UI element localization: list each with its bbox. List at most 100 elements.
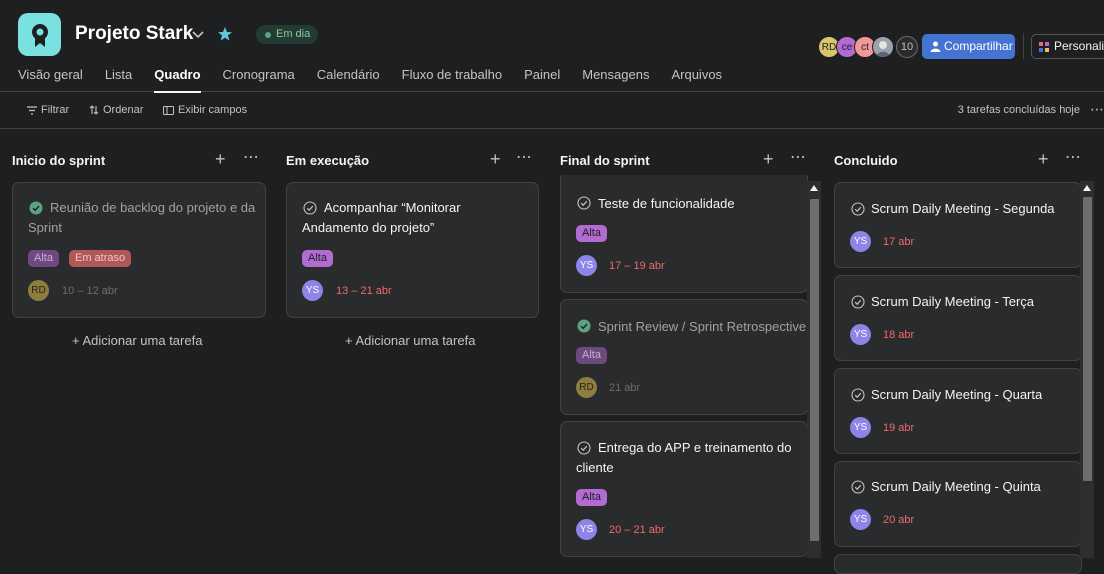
member-avatars[interactable]: RD ce ct 10	[818, 36, 918, 58]
plus-icon[interactable]: +	[215, 149, 226, 170]
member-count[interactable]: 10	[896, 36, 918, 58]
plus-icon[interactable]: +	[763, 149, 774, 170]
avatar-photo[interactable]	[872, 36, 894, 58]
project-title[interactable]: Projeto Stark	[75, 23, 193, 45]
project-tabs: Visão geral Lista Quadro Cronograma Cale…	[18, 67, 744, 93]
project-app-icon[interactable]	[18, 13, 61, 56]
more-icon[interactable]: ⋯	[1065, 147, 1082, 167]
check-circle-icon[interactable]	[577, 319, 591, 333]
task-title[interactable]: Scrum Daily Meeting - Quinta	[871, 477, 1041, 497]
tab-quadro[interactable]: Quadro	[154, 67, 201, 93]
award-icon	[31, 23, 48, 47]
board-column: Inicio do sprint + ⋯ Reunião de backlog …	[12, 130, 266, 558]
check-circle-icon[interactable]	[851, 202, 865, 216]
check-circle-icon[interactable]	[851, 388, 865, 402]
column-title[interactable]: Inicio do sprint	[12, 153, 105, 168]
share-button[interactable]: Compartilhar	[922, 34, 1015, 59]
more-icon[interactable]: ⋯	[243, 147, 260, 167]
assignee-avatar[interactable]: YS	[576, 255, 597, 276]
plus-icon[interactable]: +	[490, 149, 501, 170]
tab-mensagens[interactable]: Mensagens	[582, 67, 649, 92]
scroll-thumb[interactable]	[810, 199, 819, 541]
more-icon[interactable]: ⋯	[1090, 101, 1104, 118]
column-title[interactable]: Final do sprint	[560, 153, 650, 168]
task-title[interactable]: Scrum Daily Meeting - Segunda	[871, 199, 1055, 219]
add-task-button[interactable]: + Adicionar uma tarefa	[345, 333, 475, 348]
task-title[interactable]: Scrum Daily Meeting - Terça	[871, 292, 1034, 312]
task-card[interactable]: Reunião de backlog do projeto e da Sprin…	[12, 182, 266, 318]
tab-calendario[interactable]: Calendário	[317, 67, 380, 92]
show-fields-button[interactable]: Exibir campos	[163, 104, 247, 116]
tab-cronograma[interactable]: Cronograma	[223, 67, 295, 92]
chevron-down-icon[interactable]	[190, 26, 206, 42]
project-header: Projeto Stark Em dia RD ce ct 10 Compart…	[0, 0, 1104, 93]
due-date[interactable]: 20 – 21 abr	[609, 524, 665, 536]
task-card[interactable]: Sprint Review / Sprint Retrospective Alt…	[560, 299, 808, 415]
due-date[interactable]: 13 – 21 abr	[336, 285, 392, 297]
assignee-avatar[interactable]: YS	[850, 231, 871, 252]
scroll-up-arrow-icon[interactable]	[810, 185, 818, 191]
task-card[interactable]: Scrum Daily Meeting - Terça YS 18 abr	[834, 275, 1082, 361]
priority-tag: Alta	[576, 347, 607, 364]
filter-label: Filtrar	[41, 104, 70, 116]
assignee-avatar[interactable]: YS	[850, 324, 871, 345]
share-label: Compartilhar	[944, 39, 1013, 53]
assignee-avatar[interactable]: YS	[576, 519, 597, 540]
task-title[interactable]: Acompanhar “Monitorar Andamento do projet…	[302, 198, 532, 238]
task-title[interactable]: Teste de funcionalidade	[598, 194, 803, 214]
due-date[interactable]: 17 abr	[883, 236, 914, 248]
task-card[interactable]: Acompanhar “Monitorar Andamento do projet…	[286, 182, 539, 318]
column-scrollbar[interactable]	[1080, 181, 1094, 558]
column-scrollbar[interactable]	[807, 181, 821, 558]
assignee-avatar[interactable]: RD	[576, 377, 597, 398]
due-date[interactable]: 20 abr	[883, 514, 914, 526]
tab-lista[interactable]: Lista	[105, 67, 132, 92]
star-icon[interactable]	[217, 26, 233, 42]
add-task-button[interactable]: + Adicionar uma tarefa	[72, 333, 202, 348]
more-icon[interactable]: ⋯	[516, 147, 533, 167]
due-date[interactable]: 19 abr	[883, 422, 914, 434]
due-date[interactable]: 10 – 12 abr	[62, 285, 118, 297]
assignee-avatar[interactable]: YS	[850, 417, 871, 438]
task-card[interactable]	[834, 554, 1082, 574]
sort-button[interactable]: Ordenar	[89, 104, 143, 116]
task-title[interactable]: Entrega do APP e treinamento do cliente	[576, 438, 804, 478]
task-card[interactable]: Scrum Daily Meeting - Quarta YS 19 abr	[834, 368, 1082, 454]
status-badge[interactable]: Em dia	[256, 25, 319, 44]
filter-icon	[27, 105, 37, 115]
due-date[interactable]: 21 abr	[609, 382, 640, 394]
board-toolbar: Filtrar Ordenar Exibir campos 3 tarefas …	[0, 92, 1104, 129]
assignee-avatar[interactable]: RD	[28, 280, 49, 301]
task-card[interactable]: Entrega do APP e treinamento do cliente A…	[560, 421, 808, 557]
filter-button[interactable]: Filtrar	[27, 104, 69, 116]
person-photo-icon	[876, 41, 890, 57]
task-title[interactable]: Reunião de backlog do projeto e da Sprin…	[28, 198, 258, 238]
priority-tag: Alta	[28, 250, 59, 267]
due-date[interactable]: 17 – 19 abr	[609, 260, 665, 272]
scroll-up-arrow-icon[interactable]	[1083, 185, 1091, 191]
check-circle-icon[interactable]	[851, 295, 865, 309]
task-title[interactable]: Sprint Review / Sprint Retrospective	[598, 317, 808, 337]
task-card[interactable]: Teste de funcionalidade Alta YS 17 – 19 …	[560, 175, 808, 293]
tab-painel[interactable]: Painel	[524, 67, 560, 92]
task-title[interactable]: Scrum Daily Meeting - Quarta	[871, 385, 1042, 405]
check-circle-icon[interactable]	[851, 480, 865, 494]
assignee-avatar[interactable]: YS	[302, 280, 323, 301]
scroll-thumb[interactable]	[1083, 197, 1092, 481]
task-card[interactable]: Scrum Daily Meeting - Segunda YS 17 abr	[834, 182, 1082, 268]
customize-button[interactable]: Personalizar	[1031, 34, 1104, 59]
tab-arquivos[interactable]: Arquivos	[671, 67, 722, 92]
show-fields-label: Exibir campos	[178, 104, 248, 116]
tab-visao-geral[interactable]: Visão geral	[18, 67, 83, 92]
tab-fluxo-de-trabalho[interactable]: Fluxo de trabalho	[402, 67, 502, 92]
sort-icon	[89, 105, 99, 115]
column-title[interactable]: Em execução	[286, 153, 369, 168]
plus-icon[interactable]: +	[1038, 149, 1049, 170]
more-icon[interactable]: ⋯	[790, 147, 807, 167]
assignee-avatar[interactable]: YS	[850, 509, 871, 530]
column-title[interactable]: Concluido	[834, 153, 898, 168]
due-date[interactable]: 18 abr	[883, 329, 914, 341]
priority-tag: Alta	[302, 250, 333, 267]
check-circle-icon[interactable]	[577, 196, 591, 210]
task-card[interactable]: Scrum Daily Meeting - Quinta YS 20 abr	[834, 461, 1082, 547]
